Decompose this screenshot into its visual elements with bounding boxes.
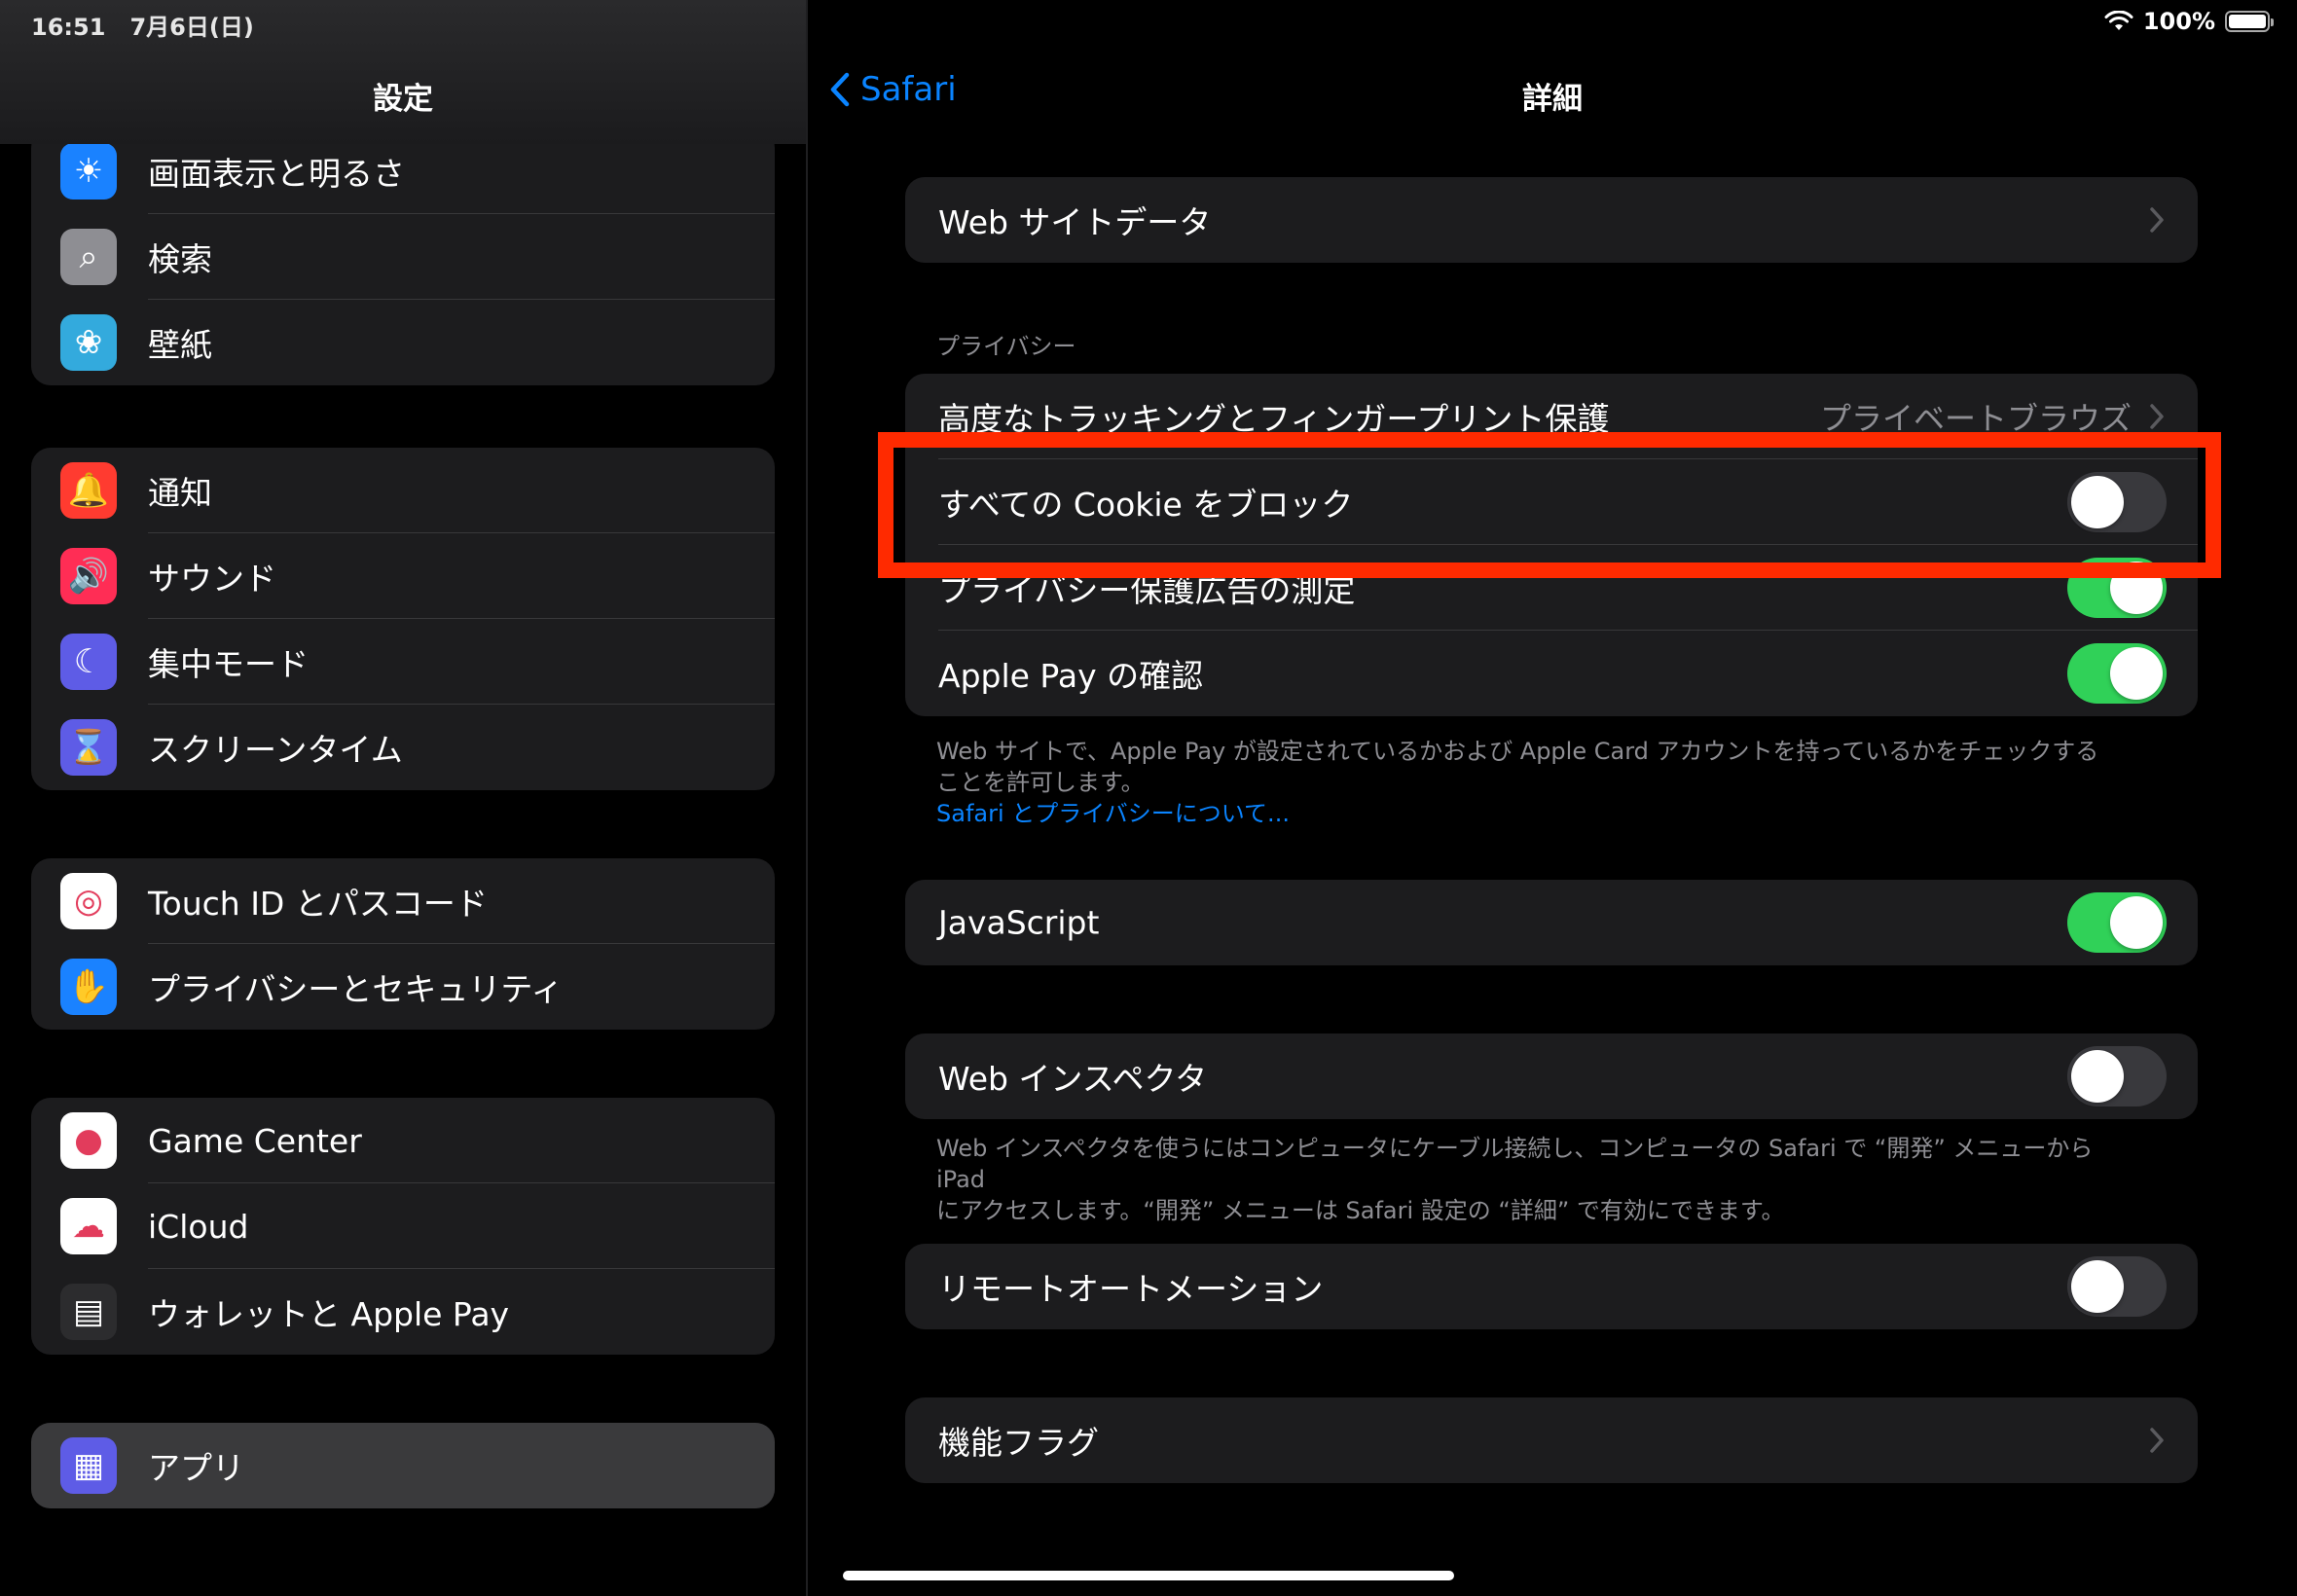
web-inspector-footer-text-2: にアクセスします。“開発” メニューは Safari 設定の “詳細” で有効に… bbox=[936, 1197, 1785, 1224]
sidebar-item-label: Game Center bbox=[148, 1121, 362, 1160]
feature-flags-row[interactable]: 機能フラグ bbox=[905, 1397, 2198, 1483]
apple-pay-footer-text-1: Web サイトで、Apple Pay が設定されているかおよび Apple Ca… bbox=[936, 738, 2099, 765]
sidebar-item-label: ウォレットと Apple Pay bbox=[148, 1295, 510, 1333]
javascript-label: JavaScript bbox=[938, 903, 1100, 942]
sidebar-item-label: 検索 bbox=[148, 240, 212, 278]
highlight-box bbox=[878, 432, 2221, 578]
sidebar-item-wallet[interactable]: ▤ ウォレットと Apple Pay bbox=[31, 1269, 775, 1355]
javascript-card: JavaScript bbox=[905, 880, 2198, 965]
sidebar-item-label: 画面表示と明るさ bbox=[148, 155, 405, 193]
status-time: 16:51 7月6日(日) bbox=[31, 8, 254, 42]
sidebar-group-services: ● Game Center ☁ iCloud ▤ ウォレットと Apple Pay bbox=[31, 1098, 775, 1355]
sidebar-item-speaker[interactable]: 🔊 サウンド bbox=[31, 533, 775, 619]
battery-icon bbox=[2225, 11, 2274, 32]
remote-automation-toggle[interactable] bbox=[2067, 1256, 2167, 1317]
speaker-icon: 🔊 bbox=[60, 548, 117, 604]
brightness-icon: ☀ bbox=[60, 143, 117, 200]
chevron-right-icon bbox=[2150, 1428, 2164, 1453]
status-clock: 16:51 bbox=[31, 14, 106, 41]
sidebar-item-fingerprint[interactable]: ◎ Touch ID とパスコード bbox=[31, 858, 775, 944]
wifi-icon bbox=[2104, 11, 2133, 30]
sidebar-item-wallpaper[interactable]: ❀ 壁紙 bbox=[31, 300, 775, 385]
sidebar-item-label: サウンド bbox=[148, 560, 276, 598]
web-inspector-footer: Web インスペクタを使うにはコンピュータにケーブル接続し、コンピュータの Sa… bbox=[936, 1133, 2133, 1226]
sidebar-item-label: 集中モード bbox=[148, 645, 309, 683]
hand-icon: ✋ bbox=[60, 959, 117, 1015]
battery-percent: 100% bbox=[2142, 8, 2215, 35]
toggle-knob bbox=[2110, 647, 2163, 700]
remote-automation-card: リモートオートメーション bbox=[905, 1244, 2198, 1329]
feature-flags-card: 機能フラグ bbox=[905, 1397, 2198, 1483]
sidebar-item-hourglass[interactable]: ⌛ スクリーンタイム bbox=[31, 705, 775, 790]
game-center-icon: ● bbox=[60, 1112, 117, 1169]
home-indicator[interactable] bbox=[843, 1571, 1454, 1580]
apple-pay-check-toggle[interactable] bbox=[2067, 643, 2167, 704]
sidebar-group-apps: ▦ アプリ bbox=[31, 1423, 775, 1508]
sidebar-group-security: ◎ Touch ID とパスコード ✋ プライバシーとセキュリティ bbox=[31, 858, 775, 1030]
sidebar-item-label: 壁紙 bbox=[148, 326, 212, 364]
sidebar-item-game-center[interactable]: ● Game Center bbox=[31, 1098, 775, 1183]
sidebar-item-notification-bell[interactable]: 🔔 通知 bbox=[31, 448, 775, 533]
sidebar-group-display: ☀ 画面表示と明るさ ⌕ 検索 ❀ 壁紙 bbox=[31, 128, 775, 385]
remote-automation-label: リモートオートメーション bbox=[938, 1270, 1324, 1308]
website-data-card: Web サイトデータ bbox=[905, 177, 2198, 263]
toggle-knob bbox=[2071, 1260, 2124, 1313]
sidebar-item-moon[interactable]: ☾ 集中モード bbox=[31, 619, 775, 705]
website-data-row[interactable]: Web サイトデータ bbox=[905, 177, 2198, 263]
cloud-icon: ☁ bbox=[60, 1198, 117, 1254]
status-indicators: 100% bbox=[2104, 8, 2274, 35]
remote-automation-row: リモートオートメーション bbox=[905, 1244, 2198, 1329]
javascript-row: JavaScript bbox=[905, 880, 2198, 965]
wallpaper-icon: ❀ bbox=[60, 314, 117, 371]
sidebar-item-label: 通知 bbox=[148, 474, 212, 512]
safari-privacy-link[interactable]: Safari とプライバシーについて... bbox=[936, 798, 2133, 829]
wallet-icon: ▤ bbox=[60, 1284, 117, 1340]
search-icon: ⌕ bbox=[60, 229, 117, 285]
sidebar-item-apps-grid[interactable]: ▦ アプリ bbox=[31, 1423, 775, 1508]
web-inspector-toggle[interactable] bbox=[2067, 1046, 2167, 1106]
sidebar-item-cloud[interactable]: ☁ iCloud bbox=[31, 1183, 775, 1269]
web-inspector-footer-text-1: Web インスペクタを使うにはコンピュータにケーブル接続し、コンピュータの Sa… bbox=[936, 1135, 2094, 1193]
toggle-knob bbox=[2110, 896, 2163, 949]
chevron-right-icon bbox=[2150, 207, 2164, 233]
fingerprint-icon: ◎ bbox=[60, 873, 117, 929]
sidebar-item-label: スクリーンタイム bbox=[148, 731, 403, 769]
javascript-toggle[interactable] bbox=[2067, 892, 2167, 953]
sidebar-item-label: iCloud bbox=[148, 1207, 249, 1246]
notification-bell-icon: 🔔 bbox=[60, 462, 117, 519]
apple-pay-footer: Web サイトで、Apple Pay が設定されているかおよび Apple Ca… bbox=[936, 736, 2133, 829]
page-title: 詳細 bbox=[1522, 82, 1583, 117]
status-date: 7月6日(日) bbox=[129, 14, 254, 41]
website-data-label: Web サイトデータ bbox=[938, 203, 1212, 241]
apple-pay-check-label: Apple Pay の確認 bbox=[938, 657, 1204, 695]
split-divider bbox=[806, 0, 808, 1596]
hourglass-icon: ⌛ bbox=[60, 719, 117, 776]
sidebar-item-label: プライバシーとセキュリティ bbox=[148, 970, 564, 1008]
sidebar-item-search[interactable]: ⌕ 検索 bbox=[31, 214, 775, 300]
web-inspector-label: Web インスペクタ bbox=[938, 1060, 1208, 1098]
privacy-section-header: プライバシー bbox=[936, 333, 1076, 360]
toggle-knob bbox=[2071, 1050, 2124, 1103]
web-inspector-row: Web インスペクタ bbox=[905, 1034, 2198, 1119]
sidebar-item-label: アプリ bbox=[148, 1449, 244, 1487]
moon-icon: ☾ bbox=[60, 634, 117, 690]
sidebar-title: 設定 bbox=[373, 82, 433, 117]
apps-grid-icon: ▦ bbox=[60, 1437, 117, 1494]
sidebar-item-hand[interactable]: ✋ プライバシーとセキュリティ bbox=[31, 944, 775, 1030]
apple-pay-check-row: Apple Pay の確認 bbox=[905, 631, 2198, 716]
web-inspector-card: Web インスペクタ bbox=[905, 1034, 2198, 1119]
feature-flags-label: 機能フラグ bbox=[938, 1424, 1099, 1462]
sidebar-group-alerts: 🔔 通知 🔊 サウンド ☾ 集中モード ⌛ スクリーンタイム bbox=[31, 448, 775, 790]
apple-pay-footer-text-2: ことを許可します。 bbox=[936, 769, 1145, 796]
sidebar-item-label: Touch ID とパスコード bbox=[148, 885, 488, 923]
chevron-right-icon bbox=[2150, 404, 2164, 429]
